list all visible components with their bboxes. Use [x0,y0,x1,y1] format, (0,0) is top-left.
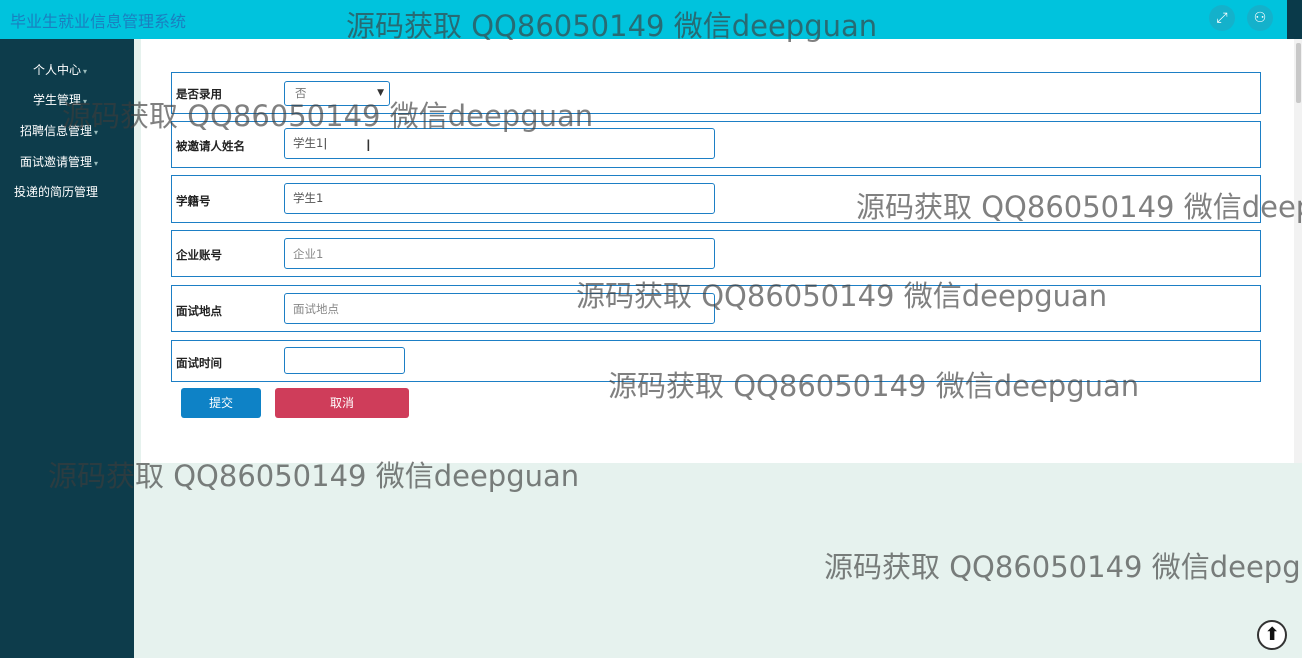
time-label: 面试时间 [176,356,222,370]
expand-icon[interactable]: ⤢ [1209,5,1235,31]
sidebar-item-label: 个人中心 [33,63,82,77]
watermark: 源码获取 QQ86050149 微信deepguan [824,550,1302,584]
scrollbar[interactable] [1294,39,1302,463]
submit-button[interactable]: 提交 [181,388,261,418]
sidebar-item-recruitment[interactable]: 招聘信息管理 ▾ [20,122,98,139]
text-cursor-icon: I [366,136,371,155]
app-title: 毕业生就业信息管理系统 [10,12,187,31]
arrow-up-icon: ⬆ [1264,624,1280,645]
top-bar: 毕业生就业信息管理系统 ⤢ ⚇ [0,0,1287,39]
sidebar-item-label: 投递的简历管理 [14,185,99,199]
company-account-input[interactable] [284,238,715,269]
dropdown-arrow-icon: ▼ [377,88,384,98]
hired-label: 是否录用 [176,87,222,101]
invitee-name-input[interactable]: 学生1| [284,128,715,159]
student-id-label: 学籍号 [176,194,211,208]
hired-select[interactable]: 否 ▼ [284,81,390,106]
form-row-location: 面试地点 [171,285,1261,332]
user-icon[interactable]: ⚇ [1247,5,1273,31]
scroll-to-top-button[interactable]: ⬆ [1257,620,1287,650]
sidebar-item-student-management[interactable]: 学生管理 ▾ [33,91,87,108]
window-edge [1287,0,1302,39]
form-row-invitee-name: 被邀请人姓名 学生1| [171,121,1261,168]
hired-select-value: 否 [295,86,307,100]
cancel-button[interactable]: 取消 [275,388,409,418]
caret-down-icon: ▾ [94,128,99,137]
caret-down-icon: ▾ [94,159,99,168]
invitee-name-label: 被邀请人姓名 [176,139,245,153]
time-input[interactable] [284,347,405,374]
invitee-name-value: 学生1 [293,136,324,150]
form-row-hired: 是否录用 否 ▼ [171,72,1261,114]
caret-down-icon: ▾ [83,67,88,76]
caret-down-icon: ▾ [83,97,88,106]
student-id-input[interactable]: 学生1 [284,183,715,214]
sidebar-item-resumes[interactable]: 投递的简历管理 [14,183,98,200]
sidebar-item-interview-invites[interactable]: 面试邀请管理 ▾ [20,153,98,170]
student-id-value: 学生1 [293,191,324,205]
form-row-company-account: 企业账号 [171,230,1261,277]
sidebar: 个人中心 ▾ 学生管理 ▾ 招聘信息管理 ▾ 面试邀请管理 ▾ 投递的简历管理 [0,39,134,658]
company-account-label: 企业账号 [176,248,222,262]
form-row-student-id: 学籍号 学生1 [171,175,1261,223]
form-row-time: 面试时间 [171,340,1261,382]
sidebar-item-label: 学生管理 [33,93,82,107]
location-input[interactable] [284,293,715,324]
sidebar-item-label: 招聘信息管理 [20,124,93,138]
sidebar-item-label: 面试邀请管理 [20,155,93,169]
sidebar-item-personal-center[interactable]: 个人中心 ▾ [33,61,87,78]
text-caret: | [323,136,328,150]
location-label: 面试地点 [176,304,222,318]
scrollbar-thumb[interactable] [1296,43,1301,103]
